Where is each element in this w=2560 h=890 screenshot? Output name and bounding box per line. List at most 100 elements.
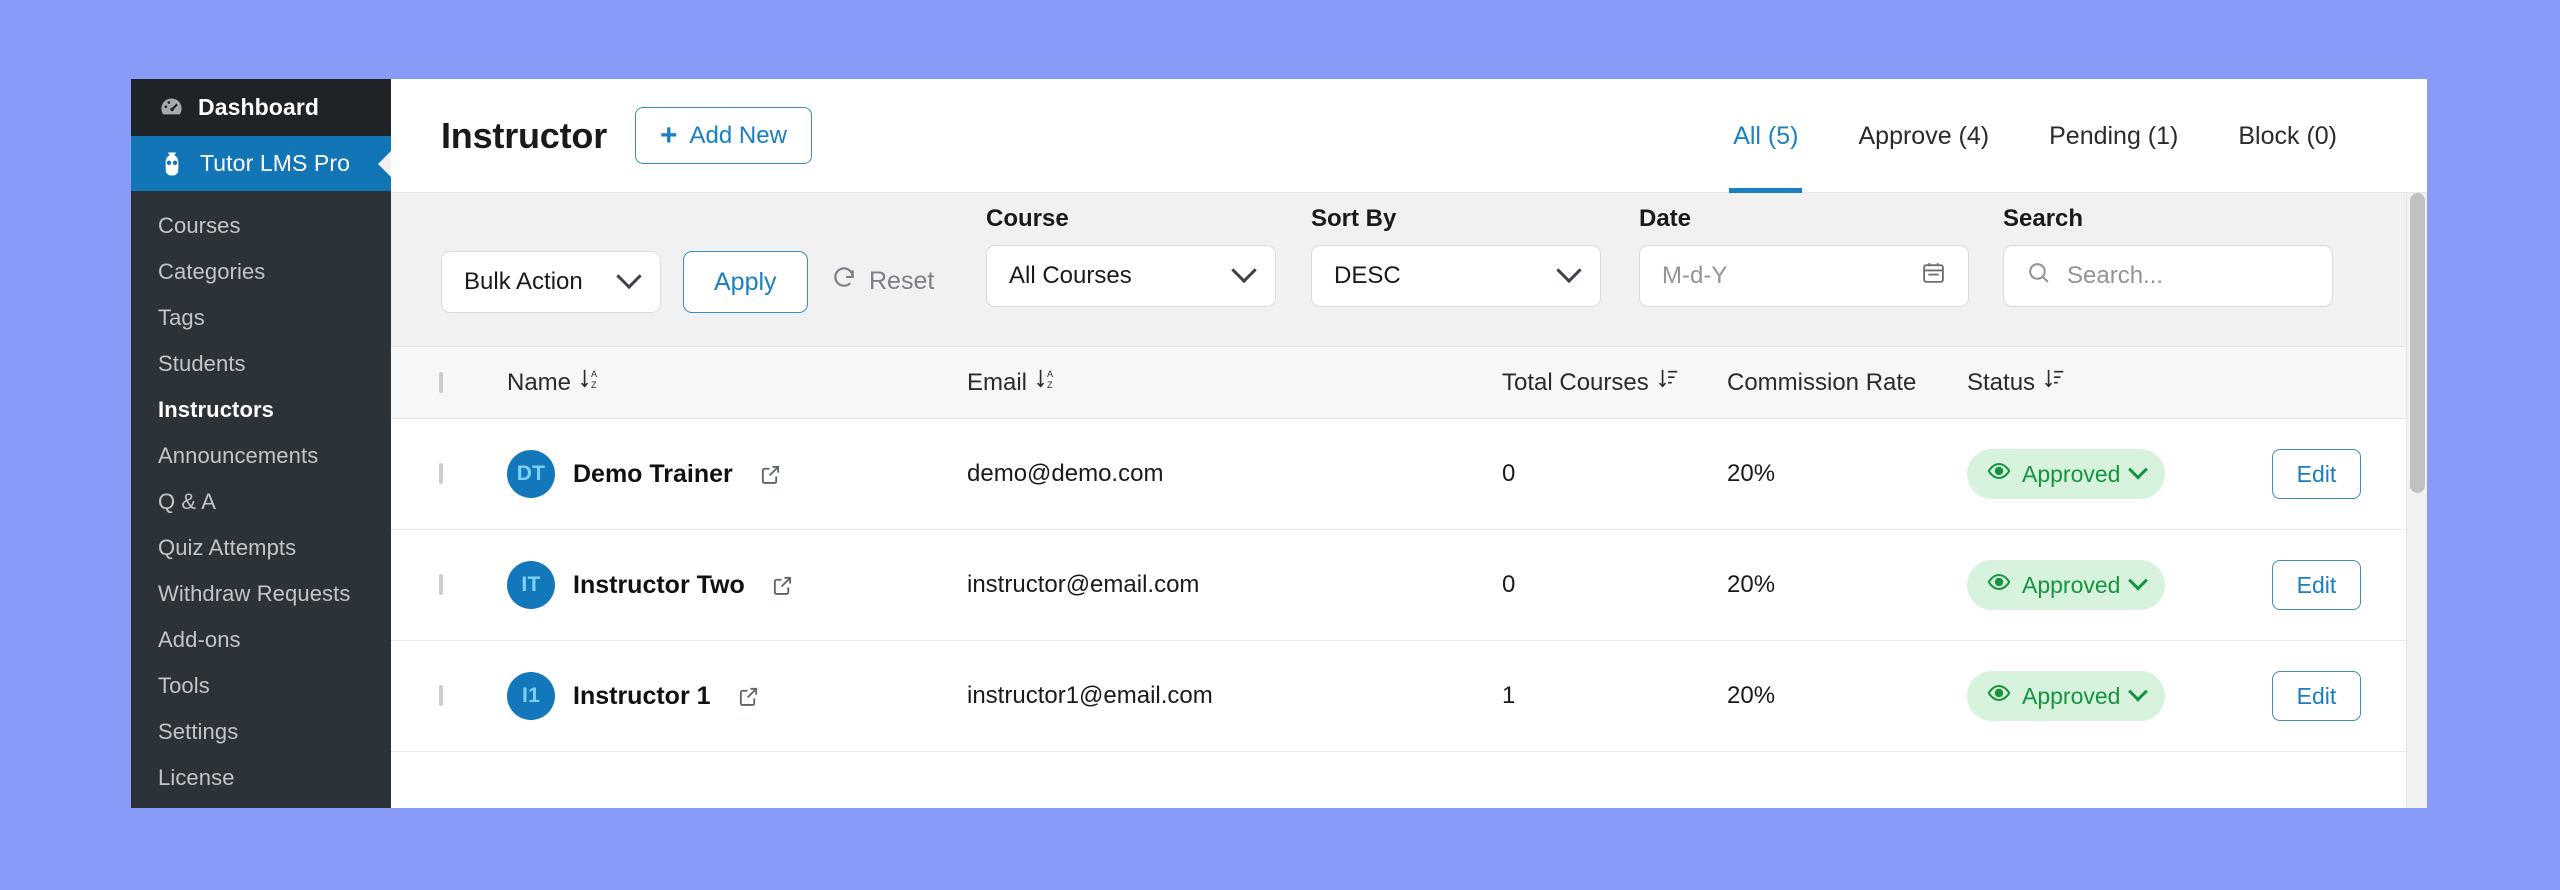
external-link-icon[interactable] (737, 685, 760, 708)
search-input[interactable]: Search... (2003, 245, 2333, 307)
row-checkbox[interactable] (439, 574, 443, 595)
row-actions-cell: Edit (2232, 449, 2427, 499)
screen: Dashboard Tutor LMS Pro Courses Categorie… (0, 0, 2560, 890)
select-all-checkbox[interactable] (439, 371, 443, 393)
status-badge[interactable]: Approved (1967, 449, 2166, 499)
sidebar-item-q-a[interactable]: Q & A (131, 479, 391, 525)
sort-by-value: DESC (1334, 262, 1401, 289)
select-all-cell (391, 371, 507, 393)
sidebar-item-students[interactable]: Students (131, 341, 391, 387)
add-new-label: Add New (689, 121, 787, 149)
bulk-action-select[interactable]: Bulk Action (441, 251, 661, 313)
row-checkbox[interactable] (439, 685, 443, 706)
page-title: Instructor (441, 114, 608, 156)
search-placeholder: Search... (2067, 262, 2164, 289)
search-group: Search Search... (2003, 205, 2333, 307)
chevron-down-icon (1556, 257, 1582, 284)
reset-label: Reset (869, 267, 935, 295)
instructor-name: Instructor Two (573, 570, 745, 599)
table-header-row: Name A Z Email A Z Total Courses Commiss… (391, 346, 2427, 419)
instructor-name: Instructor 1 (573, 681, 711, 710)
edit-button[interactable]: Edit (2271, 449, 2362, 499)
sidebar-item-label: Q & A (158, 489, 216, 514)
course-filter-label: Course (986, 205, 1069, 232)
sidebar: Dashboard Tutor LMS Pro Courses Categorie… (131, 79, 391, 808)
vertical-scrollbar[interactable] (2406, 193, 2427, 808)
reset-button[interactable]: Reset (831, 265, 934, 298)
avatar: DT (507, 450, 555, 498)
column-header-total-courses[interactable]: Total Courses (1502, 367, 1727, 398)
external-link-icon[interactable] (759, 463, 782, 486)
column-header-status[interactable]: Status (1967, 367, 2232, 398)
edit-button[interactable]: Edit (2271, 560, 2362, 610)
calendar-icon[interactable] (1921, 260, 1946, 292)
column-header-status-label: Status (1967, 368, 2036, 396)
sidebar-item-label: Students (158, 351, 246, 376)
sidebar-item-withdraw-requests[interactable]: Withdraw Requests (131, 571, 391, 617)
svg-text:Z: Z (591, 380, 597, 390)
sort-by-select[interactable]: DESC (1311, 245, 1601, 307)
sidebar-dashboard-label: Dashboard (198, 94, 320, 120)
row-actions-cell: Edit (2232, 671, 2427, 721)
sidebar-item-label: License (158, 765, 235, 790)
search-label: Search (2003, 205, 2084, 232)
instructor-email: demo@demo.com (967, 460, 1164, 487)
tab-all[interactable]: All (5) (1703, 79, 1828, 193)
instructor-name-cell: I1 Instructor 1 (507, 672, 967, 720)
status-badge[interactable]: Approved (1967, 560, 2166, 610)
column-header-name-label: Name (507, 368, 572, 396)
eye-icon (1987, 681, 2011, 711)
total-courses-value: 1 (1502, 682, 1516, 709)
sidebar-tutor-lms-pro-label: Tutor LMS Pro (200, 150, 350, 176)
content-panel: Instructor + Add New All (5) Approve (4) P… (391, 79, 2427, 808)
sidebar-item-tutor-lms-pro[interactable]: Tutor LMS Pro (131, 136, 391, 191)
sidebar-item-categories[interactable]: Categories (131, 249, 391, 295)
sidebar-item-label: Announcements (158, 443, 319, 468)
tab-approve[interactable]: Approve (4) (1828, 79, 2019, 193)
external-link-icon[interactable] (771, 574, 794, 597)
date-input[interactable]: M-d-Y (1639, 245, 1969, 307)
sidebar-item-license[interactable]: License (131, 755, 391, 801)
svg-text:A: A (591, 369, 598, 379)
sidebar-item-instructors[interactable]: Instructors (131, 387, 391, 433)
table-row[interactable]: DT Demo Trainer demo@demo.com 0 20% Approved E… (391, 419, 2427, 530)
instructor-name-cell: DT Demo Trainer (507, 450, 967, 498)
sidebar-item-tools[interactable]: Tools (131, 663, 391, 709)
scrollbar-thumb[interactable] (2410, 193, 2425, 493)
table-row[interactable]: I1 Instructor 1 instructor1@email.com 1 20% A… (391, 641, 2427, 752)
sidebar-active-pointer (378, 150, 391, 177)
table-body: DT Demo Trainer demo@demo.com 0 20% Approved E… (391, 419, 2427, 752)
apply-button[interactable]: Apply (683, 251, 808, 313)
sort-amount-desc-icon (1658, 367, 1680, 398)
row-checkbox[interactable] (439, 463, 443, 484)
sidebar-item-add-ons[interactable]: Add-ons (131, 617, 391, 663)
sort-amount-desc-icon (2044, 367, 2066, 398)
sort-alpha-desc-icon: A Z (580, 367, 602, 398)
column-header-commission-rate-label: Commission Rate (1727, 368, 1917, 396)
sidebar-item-tags[interactable]: Tags (131, 295, 391, 341)
sidebar-item-label: Tags (158, 305, 205, 330)
column-header-email[interactable]: Email A Z (967, 367, 1502, 398)
sidebar-item-label: Courses (158, 213, 241, 238)
add-new-button[interactable]: + Add New (635, 107, 812, 164)
sidebar-item-courses[interactable]: Courses (131, 203, 391, 249)
status-badge[interactable]: Approved (1967, 671, 2166, 721)
chevron-down-icon (2128, 570, 2149, 591)
sidebar-item-settings[interactable]: Settings (131, 709, 391, 755)
sidebar-item-label: Add-ons (158, 627, 241, 652)
edit-button[interactable]: Edit (2271, 671, 2362, 721)
total-courses-value: 0 (1502, 460, 1516, 487)
row-actions-cell: Edit (2232, 560, 2427, 610)
tab-label: Block (0) (2238, 121, 2337, 150)
tab-pending[interactable]: Pending (1) (2019, 79, 2208, 193)
sidebar-item-quiz-attempts[interactable]: Quiz Attempts (131, 525, 391, 571)
column-header-name[interactable]: Name A Z (507, 367, 967, 398)
course-select[interactable]: All Courses (986, 245, 1276, 307)
table-row[interactable]: IT Instructor Two instructor@email.com 0 20%… (391, 530, 2427, 641)
tab-block[interactable]: Block (0) (2208, 79, 2367, 193)
chevron-down-icon (616, 263, 642, 290)
commission-rate-value: 20% (1727, 682, 1776, 709)
instructor-email: instructor1@email.com (967, 682, 1213, 709)
sidebar-item-dashboard[interactable]: Dashboard (131, 79, 391, 136)
sidebar-item-announcements[interactable]: Announcements (131, 433, 391, 479)
